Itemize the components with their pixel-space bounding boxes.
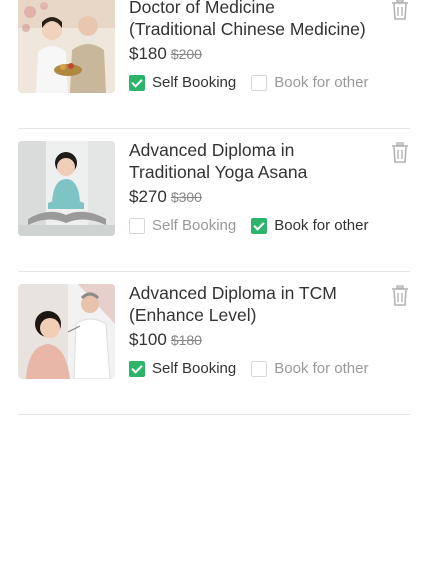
price-row: $100 $180 — [129, 330, 202, 350]
course-title-line: Advanced Diploma in — [129, 140, 295, 160]
delete-button[interactable] — [390, 0, 410, 21]
course-title[interactable]: Advanced Diploma in Traditional Yoga Asa… — [129, 139, 377, 183]
trash-icon — [392, 142, 408, 163]
cart-item: Advanced Diploma in Traditional Yoga Asa… — [18, 129, 410, 272]
self-booking-option[interactable]: Self Booking — [129, 360, 236, 377]
course-image-yoga[interactable] — [18, 141, 115, 236]
book-for-other-option[interactable]: Book for other — [251, 217, 368, 234]
course-title-line: Doctor of Medicine — [129, 0, 275, 17]
price-row: $270 $300 — [129, 187, 202, 207]
current-price: $180 — [129, 44, 167, 63]
price-row: $180 $200 — [129, 44, 202, 64]
self-booking-label: Self Booking — [152, 74, 237, 91]
current-price: $100 — [129, 330, 167, 349]
book-for-other-checkbox[interactable] — [251, 360, 268, 377]
self-booking-label: Self Booking — [152, 360, 237, 377]
self-booking-checkbox[interactable] — [129, 217, 145, 234]
booking-options: Self Booking Book for other — [129, 74, 368, 91]
course-title-line: (Traditional Chinese Medicine) — [129, 19, 366, 39]
self-booking-label: Self Booking — [152, 217, 237, 234]
yoga-photo — [18, 141, 115, 236]
book-for-other-checkbox[interactable] — [251, 74, 268, 91]
cart-item-list: Doctor of Medicine (Traditional Chinese … — [0, 0, 428, 415]
book-for-other-option[interactable]: Book for other — [251, 360, 368, 377]
book-for-other-label: Book for other — [274, 217, 369, 234]
course-title-line: (Enhance Level) — [129, 305, 257, 325]
acupuncture-photo — [18, 284, 115, 379]
self-booking-option[interactable]: Self Booking — [129, 74, 236, 91]
book-for-other-label: Book for other — [274, 74, 369, 91]
cart-item: Doctor of Medicine (Traditional Chinese … — [18, 0, 410, 129]
course-title[interactable]: Advanced Diploma in TCM (Enhance Level) — [129, 282, 377, 326]
cart-item: Advanced Diploma in TCM (Enhance Level) … — [18, 272, 410, 415]
course-image-tcm-doctors[interactable] — [18, 0, 115, 93]
book-for-other-label: Book for other — [274, 360, 369, 377]
trash-icon — [392, 0, 408, 20]
course-title-line: Advanced Diploma in TCM — [129, 283, 337, 303]
original-price: $300 — [170, 189, 202, 205]
book-for-other-checkbox[interactable] — [251, 217, 268, 234]
delete-button[interactable] — [390, 285, 410, 307]
original-price: $200 — [170, 46, 202, 62]
tcm-doctors-photo — [18, 0, 115, 93]
original-price: $180 — [170, 332, 202, 348]
book-for-other-option[interactable]: Book for other — [251, 74, 368, 91]
self-booking-checkbox[interactable] — [129, 74, 145, 91]
current-price: $270 — [129, 187, 167, 206]
self-booking-option[interactable]: Self Booking — [129, 217, 236, 234]
trash-icon — [392, 285, 408, 306]
booking-options: Self Booking Book for other — [129, 360, 368, 377]
course-image-acupuncture[interactable] — [18, 284, 115, 379]
booking-options: Self Booking Book for other — [129, 217, 368, 234]
delete-button[interactable] — [390, 142, 410, 164]
course-title[interactable]: Doctor of Medicine (Traditional Chinese … — [129, 0, 377, 40]
course-title-line: Traditional Yoga Asana — [129, 162, 308, 182]
self-booking-checkbox[interactable] — [129, 360, 145, 377]
